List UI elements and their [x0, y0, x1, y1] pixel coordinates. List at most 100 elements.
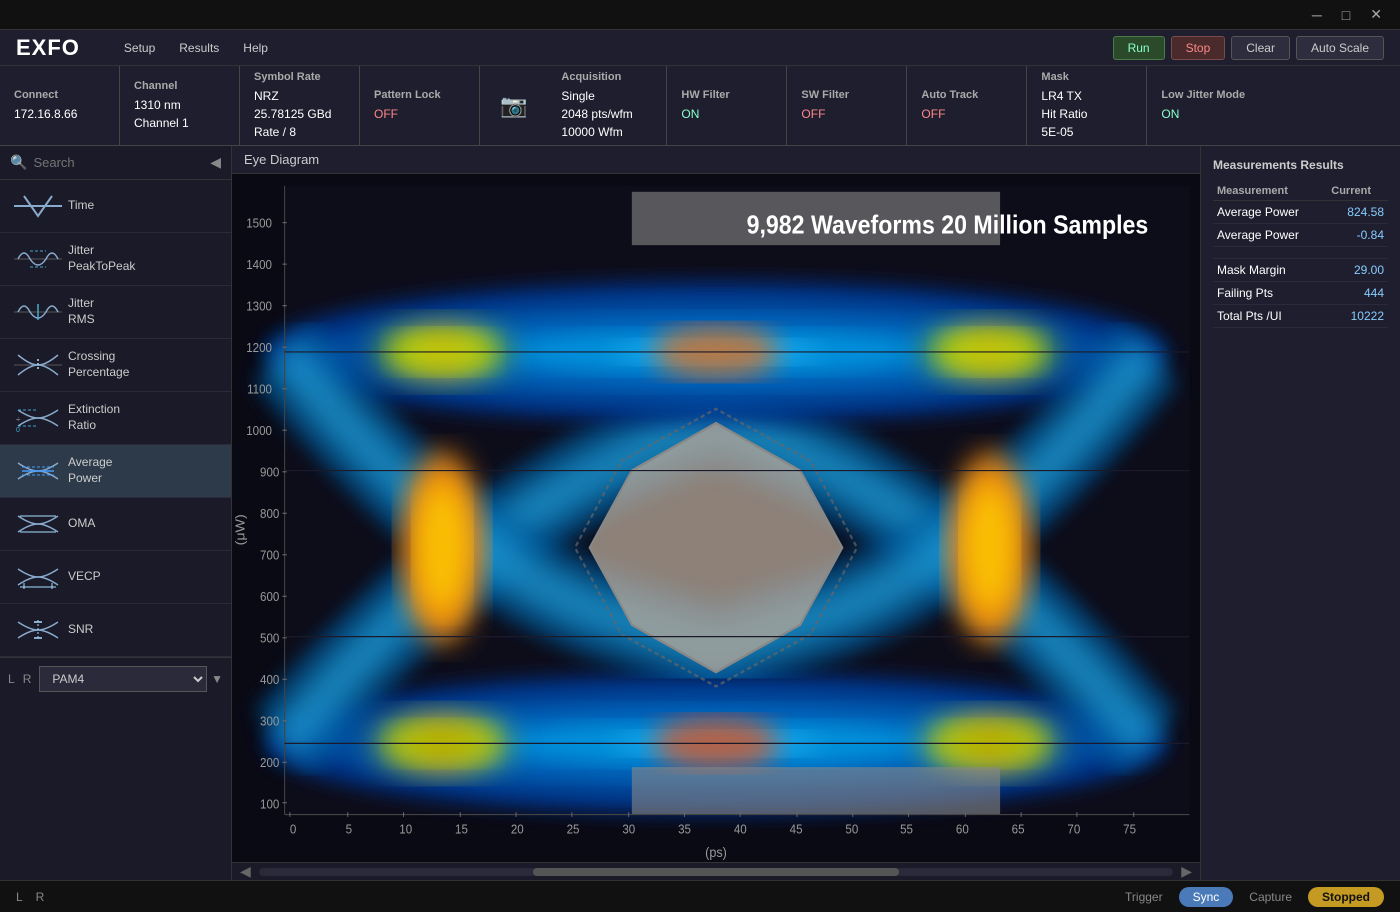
auto-track-block: Auto Track OFF [907, 66, 1027, 145]
capture-label: Capture [1249, 890, 1292, 904]
measurements-table: Measurement Current Average Power 824.58… [1213, 182, 1388, 328]
lr-left: L [8, 672, 15, 686]
menu-setup[interactable]: Setup [112, 37, 167, 59]
svg-text:200: 200 [260, 755, 279, 770]
sidebar-item-avg-power-label: Average Power [68, 455, 112, 486]
search-icon: 🔍 [10, 154, 27, 171]
maximize-button[interactable]: □ [1332, 5, 1360, 25]
svg-text:1200: 1200 [246, 340, 272, 355]
header-info: Connect 172.16.8.66 Channel 1310 nm Chan… [0, 66, 1400, 146]
svg-text:75: 75 [1123, 822, 1136, 837]
sw-filter-block: SW Filter OFF [787, 66, 907, 145]
svg-text:1300: 1300 [246, 299, 272, 314]
svg-text:(μW): (μW) [233, 514, 247, 545]
measurements-title: Measurements Results [1213, 158, 1388, 172]
sidebar-item-time-label: Time [68, 198, 94, 214]
search-bar: 🔍 ◀ [0, 146, 231, 180]
search-input[interactable] [33, 155, 210, 170]
close-button[interactable]: ✕ [1360, 4, 1392, 25]
symbol-rate-label: Symbol Rate [254, 71, 345, 83]
meas-col-current: Current [1327, 182, 1388, 201]
svg-text:100: 100 [260, 797, 279, 812]
sw-filter-value: OFF [801, 105, 892, 123]
main-content: 🔍 ◀ Time [0, 146, 1400, 880]
scroll-right-arrow[interactable]: ▶ [1177, 863, 1196, 880]
svg-text:70: 70 [1067, 822, 1080, 837]
clear-button[interactable]: Clear [1231, 36, 1290, 60]
sidebar-item-vecp-label: VECP [68, 569, 101, 585]
sync-button[interactable]: Sync [1179, 887, 1234, 907]
autoscale-button[interactable]: Auto Scale [1296, 36, 1384, 60]
sidebar-item-jitter-rms[interactable]: Jitter RMS [0, 286, 231, 339]
hw-filter-label: HW Filter [681, 89, 772, 101]
sidebar-item-extinction[interactable]: ÷ 0 Extinction Ratio [0, 392, 231, 445]
meas-avg-power-val-2: -0.84 [1327, 224, 1388, 247]
collapse-icon[interactable]: ◀ [210, 154, 221, 171]
svg-text:300: 300 [260, 714, 279, 729]
menubar: EXFO Setup Results Help Run Stop Clear A… [0, 30, 1400, 66]
table-row: Failing Pts 444 [1213, 282, 1388, 305]
sidebar-item-snr[interactable]: SNR [0, 604, 231, 657]
scroll-left-arrow[interactable]: ◀ [236, 863, 255, 880]
svg-text:50: 50 [845, 822, 858, 837]
hw-filter-value: ON [681, 105, 772, 123]
mask-block: Mask LR4 TX Hit Ratio 5E-05 [1027, 66, 1147, 145]
crossing-icon [8, 345, 68, 385]
svg-text:9,982 Waveforms 20 Million Sam: 9,982 Waveforms 20 Million Samples [747, 211, 1149, 240]
table-row: Average Power -0.84 [1213, 224, 1388, 247]
svg-text:700: 700 [260, 548, 279, 563]
scroll-thumb [533, 868, 899, 876]
pattern-lock-block: Pattern Lock OFF [360, 66, 480, 145]
pattern-lock-label: Pattern Lock [374, 89, 465, 101]
sidebar-item-time[interactable]: Time [0, 180, 231, 233]
svg-text:5: 5 [346, 822, 353, 837]
oma-icon [8, 504, 68, 544]
diagram-scrollbar: ◀ ▶ [232, 862, 1200, 880]
scroll-track[interactable] [259, 868, 1173, 876]
meas-failing-pts-val: 444 [1327, 282, 1388, 305]
svg-text:(ps): (ps) [705, 845, 727, 861]
sidebar-item-jitter-peak-label: Jitter PeakToPeak [68, 243, 135, 274]
lr-right-label: R [36, 890, 45, 904]
svg-text:15: 15 [455, 822, 468, 837]
connect-block: Connect 172.16.8.66 [0, 66, 120, 145]
svg-text:0: 0 [290, 822, 297, 837]
stopped-button[interactable]: Stopped [1308, 887, 1384, 907]
symbol-rate-block: Symbol Rate NRZ 25.78125 GBd Rate / 8 [240, 66, 360, 145]
table-row: Mask Margin 29.00 [1213, 259, 1388, 282]
svg-text:10: 10 [399, 822, 412, 837]
mask-value: LR4 TX Hit Ratio 5E-05 [1041, 87, 1132, 141]
toolbar-buttons: Run Stop Clear Auto Scale [1113, 36, 1384, 60]
time-icon [8, 186, 68, 226]
vecp-icon [8, 557, 68, 597]
minimize-button[interactable]: ─ [1302, 5, 1332, 25]
sidebar-item-vecp[interactable]: VECP [0, 551, 231, 604]
meas-col-measurement: Measurement [1213, 182, 1327, 201]
pam4-select[interactable]: PAM4 [39, 666, 207, 692]
svg-text:40: 40 [734, 822, 747, 837]
camera-icon[interactable]: 📷 [480, 66, 547, 145]
low-jitter-block: Low Jitter Mode ON [1147, 66, 1267, 145]
run-button[interactable]: Run [1113, 36, 1165, 60]
snr-icon [8, 610, 68, 650]
svg-text:1500: 1500 [246, 216, 272, 231]
jitter-peak-icon [8, 239, 68, 279]
eye-diagram-svg: 9,982 Waveforms 20 Million Samples 100 2… [232, 174, 1200, 862]
lr-left-label: L [16, 890, 22, 904]
meas-mask-margin-label: Mask Margin [1213, 259, 1327, 282]
connect-label: Connect [14, 89, 105, 101]
diagram-container[interactable]: 9,982 Waveforms 20 Million Samples 100 2… [232, 174, 1200, 862]
menu-help[interactable]: Help [231, 37, 280, 59]
menu-results[interactable]: Results [167, 37, 231, 59]
sidebar-item-avg-power[interactable]: Average Power [0, 445, 231, 498]
sidebar-item-crossing[interactable]: Crossing Percentage [0, 339, 231, 392]
stop-button[interactable]: Stop [1171, 36, 1226, 60]
svg-text:0: 0 [16, 427, 20, 434]
connect-value: 172.16.8.66 [14, 105, 105, 123]
diagram-header: Eye Diagram [232, 146, 1200, 174]
meas-failing-pts-label: Failing Pts [1213, 282, 1327, 305]
lr-labels: L R [16, 890, 44, 904]
sidebar-item-oma-label: OMA [68, 516, 95, 532]
sidebar-item-oma[interactable]: OMA [0, 498, 231, 551]
sidebar-item-jitter-peak[interactable]: Jitter PeakToPeak [0, 233, 231, 286]
